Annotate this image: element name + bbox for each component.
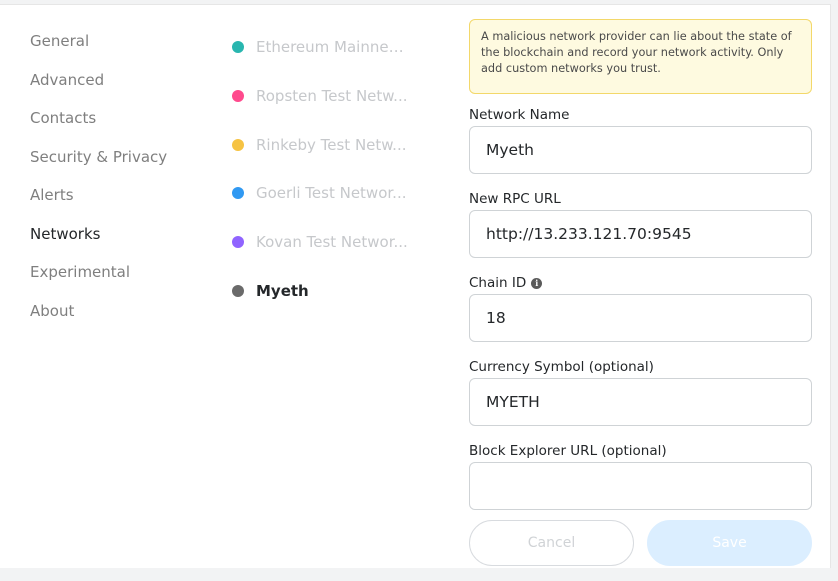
info-icon[interactable]: i (531, 277, 543, 289)
network-color-dot (232, 41, 244, 54)
network-item-label: Ethereum Mainnet... (256, 38, 408, 57)
save-button[interactable]: Save (647, 520, 812, 566)
network-name-label-text: Network Name (469, 107, 570, 123)
currency-symbol-label-text: Currency Symbol (optional) (469, 359, 654, 375)
network-item-kovan[interactable]: Kovan Test Networ... (232, 218, 432, 267)
network-item-label: Rinkeby Test Netw... (256, 135, 407, 154)
network-item-ropsten[interactable]: Ropsten Test Netw... (232, 72, 432, 121)
network-color-dot (232, 138, 244, 151)
cancel-button[interactable]: Cancel (469, 520, 634, 566)
currency-symbol-input[interactable] (469, 378, 812, 426)
settings-item-advanced[interactable]: Advanced (30, 70, 220, 109)
block-explorer-label-text: Block Explorer URL (optional) (469, 443, 667, 459)
chain-id-input[interactable] (469, 294, 812, 342)
chain-id-label-text: Chain ID (469, 275, 527, 291)
network-color-dot (232, 284, 244, 297)
network-item-goerli[interactable]: Goerli Test Networ... (232, 169, 432, 218)
network-name-label: Network Name (469, 104, 812, 126)
block-explorer-input[interactable] (469, 462, 812, 510)
settings-panel: General Advanced Contacts Security & Pri… (0, 4, 831, 568)
network-name-input[interactable] (469, 126, 812, 174)
form-actions: Cancel Save (469, 520, 812, 566)
network-item-label: Myeth (256, 281, 309, 300)
settings-item-general[interactable]: General (30, 31, 220, 70)
security-warning: A malicious network provider can lie abo… (469, 19, 812, 94)
network-color-dot (232, 90, 244, 103)
currency-symbol-label: Currency Symbol (optional) (469, 356, 812, 378)
settings-item-security-privacy[interactable]: Security & Privacy (30, 147, 220, 186)
network-item-ethereum-mainnet[interactable]: Ethereum Mainnet... (232, 23, 432, 72)
chain-id-label: Chain ID i (469, 272, 812, 294)
block-explorer-label: Block Explorer URL (optional) (469, 440, 812, 462)
rpc-url-input[interactable] (469, 210, 812, 258)
settings-item-alerts[interactable]: Alerts (30, 185, 220, 224)
network-form: A malicious network provider can lie abo… (469, 19, 812, 566)
settings-item-networks[interactable]: Networks (30, 224, 220, 263)
network-color-dot (232, 187, 244, 200)
network-item-label: Goerli Test Networ... (256, 184, 407, 203)
network-item-rinkeby[interactable]: Rinkeby Test Netw... (232, 120, 432, 169)
network-list: Ethereum Mainnet... Ropsten Test Netw...… (232, 23, 432, 315)
network-item-label: Ropsten Test Netw... (256, 87, 408, 106)
network-item-myeth[interactable]: Myeth (232, 266, 432, 315)
settings-menu: General Advanced Contacts Security & Pri… (30, 31, 220, 339)
rpc-url-label-text: New RPC URL (469, 191, 561, 207)
settings-item-experimental[interactable]: Experimental (30, 262, 220, 301)
network-color-dot (232, 236, 244, 249)
settings-item-about[interactable]: About (30, 301, 220, 340)
rpc-url-label: New RPC URL (469, 188, 812, 210)
settings-item-contacts[interactable]: Contacts (30, 108, 220, 147)
network-item-label: Kovan Test Networ... (256, 233, 408, 252)
